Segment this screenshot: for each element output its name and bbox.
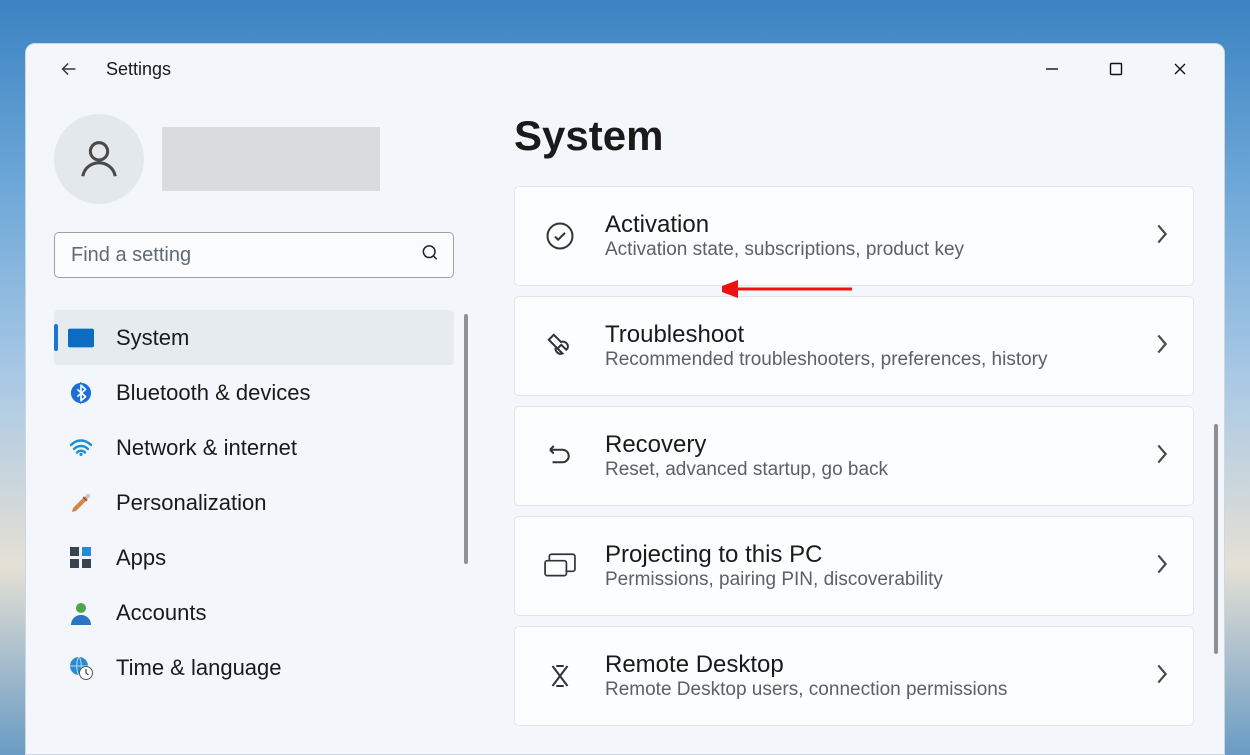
title-bar: Settings <box>26 44 1224 94</box>
page-title: System <box>514 112 1194 160</box>
sidebar-item-network[interactable]: Network & internet <box>54 420 454 475</box>
search-field[interactable] <box>54 232 454 278</box>
paintbrush-icon <box>68 490 94 516</box>
back-button[interactable] <box>54 54 84 84</box>
settings-card-list: Activation Activation state, subscriptio… <box>514 186 1194 726</box>
back-arrow-icon <box>58 58 80 80</box>
card-activation[interactable]: Activation Activation state, subscriptio… <box>514 186 1194 286</box>
apps-icon <box>68 545 94 571</box>
user-name-placeholder <box>162 127 380 191</box>
sidebar-item-label: Network & internet <box>116 435 297 461</box>
close-icon <box>1173 62 1187 76</box>
remote-desktop-icon <box>543 659 577 693</box>
sidebar-item-system[interactable]: System <box>54 310 454 365</box>
main-content: System Activation Activation state, subs… <box>486 94 1224 754</box>
accounts-icon <box>68 600 94 626</box>
window-controls <box>1020 49 1212 89</box>
projecting-icon <box>543 549 577 583</box>
clock-globe-icon <box>68 655 94 681</box>
card-title: Recovery <box>605 431 1155 459</box>
close-button[interactable] <box>1148 49 1212 89</box>
sidebar-item-label: Bluetooth & devices <box>116 380 310 406</box>
sidebar-item-label: Time & language <box>116 655 282 681</box>
card-recovery[interactable]: Recovery Reset, advanced startup, go bac… <box>514 406 1194 506</box>
card-remote-desktop[interactable]: Remote Desktop Remote Desktop users, con… <box>514 626 1194 726</box>
card-subtitle: Reset, advanced startup, go back <box>605 459 1155 481</box>
main-scrollbar[interactable] <box>1214 424 1218 654</box>
search-input[interactable] <box>54 232 454 278</box>
nav-list: System Bluetooth & devices Network & int… <box>54 310 454 695</box>
bluetooth-icon <box>68 380 94 406</box>
card-subtitle: Permissions, pairing PIN, discoverabilit… <box>605 569 1155 591</box>
sidebar-scrollbar[interactable] <box>464 314 468 564</box>
chevron-right-icon <box>1155 223 1169 250</box>
sidebar-item-accounts[interactable]: Accounts <box>54 585 454 640</box>
search-icon <box>420 243 440 268</box>
sidebar: System Bluetooth & devices Network & int… <box>26 94 486 754</box>
sidebar-item-label: Apps <box>116 545 166 571</box>
sidebar-item-time[interactable]: Time & language <box>54 640 454 695</box>
sidebar-item-bluetooth[interactable]: Bluetooth & devices <box>54 365 454 420</box>
person-icon <box>76 136 122 182</box>
chevron-right-icon <box>1155 663 1169 690</box>
card-title: Troubleshoot <box>605 321 1155 349</box>
wrench-icon <box>543 329 577 363</box>
chevron-right-icon <box>1155 333 1169 360</box>
sidebar-item-personalization[interactable]: Personalization <box>54 475 454 530</box>
card-projecting[interactable]: Projecting to this PC Permissions, pairi… <box>514 516 1194 616</box>
card-title: Activation <box>605 211 1155 239</box>
wifi-icon <box>68 435 94 461</box>
maximize-icon <box>1109 62 1123 76</box>
sidebar-item-label: System <box>116 325 189 351</box>
profile-section[interactable] <box>54 114 486 204</box>
chevron-right-icon <box>1155 443 1169 470</box>
sidebar-item-label: Personalization <box>116 490 266 516</box>
avatar <box>54 114 144 204</box>
card-title: Remote Desktop <box>605 651 1155 679</box>
sidebar-item-apps[interactable]: Apps <box>54 530 454 585</box>
minimize-button[interactable] <box>1020 49 1084 89</box>
recovery-icon <box>543 439 577 473</box>
chevron-right-icon <box>1155 553 1169 580</box>
app-title: Settings <box>106 59 171 80</box>
card-troubleshoot[interactable]: Troubleshoot Recommended troubleshooters… <box>514 296 1194 396</box>
card-subtitle: Recommended troubleshooters, preferences… <box>605 349 1155 371</box>
card-subtitle: Remote Desktop users, connection permiss… <box>605 679 1155 701</box>
system-icon <box>68 325 94 351</box>
activation-icon <box>543 219 577 253</box>
card-subtitle: Activation state, subscriptions, product… <box>605 239 1155 261</box>
minimize-icon <box>1045 62 1059 76</box>
maximize-button[interactable] <box>1084 49 1148 89</box>
settings-window: Settings <box>25 43 1225 755</box>
card-title: Projecting to this PC <box>605 541 1155 569</box>
sidebar-item-label: Accounts <box>116 600 207 626</box>
